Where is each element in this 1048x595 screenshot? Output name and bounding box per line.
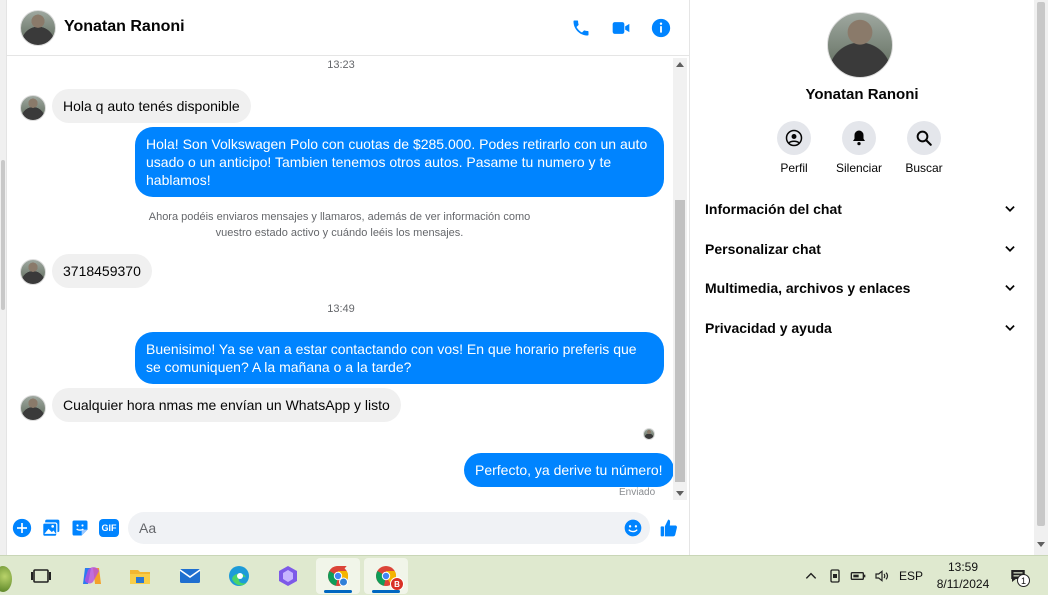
chat-info-panel: Yonatan Ranoni Perfil Silenciar Buscar I… (690, 0, 1034, 555)
section-label: Personalizar chat (705, 241, 821, 257)
device-icon[interactable] (826, 566, 844, 586)
section-chat-info[interactable]: Información del chat (698, 191, 1024, 227)
widgets-icon[interactable] (0, 566, 12, 592)
contact-name[interactable]: Yonatan Ranoni (64, 18, 185, 36)
window-scroll-thumb[interactable] (1037, 2, 1045, 526)
outgoing-message[interactable]: Hola! Son Volkswagen Polo con cuotas de … (135, 127, 664, 197)
section-label: Multimedia, archivos y enlaces (705, 280, 911, 296)
file-explorer-icon[interactable] (118, 558, 162, 594)
message-timestamp: 13:23 (327, 59, 355, 71)
task-view-icon[interactable] (19, 558, 63, 594)
mute-label: Silenciar (835, 161, 883, 175)
mute-button[interactable]: Silenciar (827, 121, 891, 175)
incoming-message[interactable]: Cualquier hora nmas me envían un WhatsAp… (52, 388, 401, 422)
chat-header: Yonatan Ranoni (7, 0, 689, 56)
bell-icon (853, 130, 865, 146)
emoji-icon[interactable] (623, 518, 643, 538)
copilot-icon[interactable] (70, 558, 114, 594)
window-scrollbar[interactable] (1034, 0, 1048, 555)
search-button[interactable]: Buscar (892, 121, 956, 175)
message-timestamp: 13:49 (327, 303, 355, 315)
contact-message-avatar[interactable] (20, 395, 46, 421)
section-privacy-help[interactable]: Privacidad y ayuda (698, 310, 1024, 346)
notification-icon[interactable]: 1 (1004, 566, 1032, 587)
message-list[interactable]: 13:23 Hola q auto tenés disponible Hola!… (7, 57, 675, 500)
scroll-down-arrow[interactable] (676, 491, 684, 496)
info-icon[interactable] (649, 16, 673, 40)
chevron-down-icon (1005, 206, 1015, 212)
edge-browser-icon[interactable] (217, 558, 261, 594)
contact-message-avatar[interactable] (20, 259, 46, 285)
incoming-message[interactable]: Hola q auto tenés disponible (52, 89, 251, 123)
contact-message-avatar[interactable] (20, 95, 46, 121)
window-scroll-down-arrow[interactable] (1037, 542, 1045, 547)
taskbar: B ESP 13:59 8/11/2024 1 (0, 555, 1048, 595)
contact-avatar[interactable] (20, 10, 56, 46)
scroll-up-arrow[interactable] (676, 62, 684, 67)
search-label: Buscar (905, 161, 943, 175)
section-label: Información del chat (705, 201, 842, 217)
section-customize-chat[interactable]: Personalizar chat (698, 231, 1024, 267)
chevron-up-icon[interactable] (802, 566, 820, 586)
plus-circle-icon[interactable] (12, 518, 32, 538)
chevron-down-icon (1005, 285, 1015, 291)
taskbar-clock[interactable]: 13:59 8/11/2024 (930, 559, 996, 593)
gif-label: GIF (99, 519, 119, 537)
section-media-files-links[interactable]: Multimedia, archivos y enlaces (698, 270, 1024, 306)
profile-avatar[interactable] (827, 12, 893, 78)
clock-date: 8/11/2024 (936, 577, 990, 591)
image-icon[interactable] (41, 518, 61, 538)
volume-icon[interactable] (873, 566, 891, 586)
system-notice: Ahora podéis enviaros mensajes y llamaro… (148, 211, 531, 239)
clock-time: 13:59 (947, 560, 979, 574)
chrome-browser-icon[interactable]: B (364, 558, 408, 594)
message-status: Enviado (619, 487, 656, 498)
language-indicator[interactable]: ESP (896, 566, 926, 586)
chrome-profile-badge: B (390, 577, 404, 591)
battery-icon[interactable] (849, 566, 867, 586)
profile-icon (785, 129, 803, 147)
chevron-down-icon (1005, 246, 1015, 252)
chrome-profile-app-icon[interactable] (316, 558, 360, 594)
teams-app-icon[interactable] (266, 558, 310, 594)
seen-indicator-avatar (643, 428, 655, 440)
notification-count-badge: 1 (1017, 574, 1030, 587)
phone-icon[interactable] (569, 16, 593, 40)
profile-button[interactable]: Perfil (762, 121, 826, 175)
composer: GIF (7, 506, 689, 550)
chevron-down-icon (1005, 325, 1015, 331)
profile-label: Perfil (780, 161, 808, 175)
gif-icon[interactable]: GIF (99, 518, 119, 538)
sticker-icon[interactable] (70, 518, 90, 538)
incoming-message[interactable]: 3718459370 (52, 254, 152, 288)
outgoing-message[interactable]: Buenisimo! Ya se van a estar contactando… (135, 332, 664, 384)
section-label: Privacidad y ayuda (705, 320, 832, 336)
chat-scrollbar[interactable] (673, 58, 687, 500)
like-thumb-icon[interactable] (659, 518, 679, 538)
outgoing-message[interactable]: Perfecto, ya derive tu número! (464, 453, 674, 487)
search-icon (916, 130, 932, 146)
video-icon[interactable] (609, 16, 633, 40)
messenger-window: Yonatan Ranoni 13:23 Hola q auto tenés d… (0, 0, 1048, 555)
message-input[interactable] (128, 512, 650, 544)
chat-pane: Yonatan Ranoni 13:23 Hola q auto tenés d… (7, 0, 689, 555)
scroll-thumb[interactable] (675, 200, 685, 482)
left-edge-scrollbar[interactable] (0, 0, 7, 555)
mail-icon[interactable] (168, 558, 212, 594)
profile-name: Yonatan Ranoni (805, 86, 919, 103)
